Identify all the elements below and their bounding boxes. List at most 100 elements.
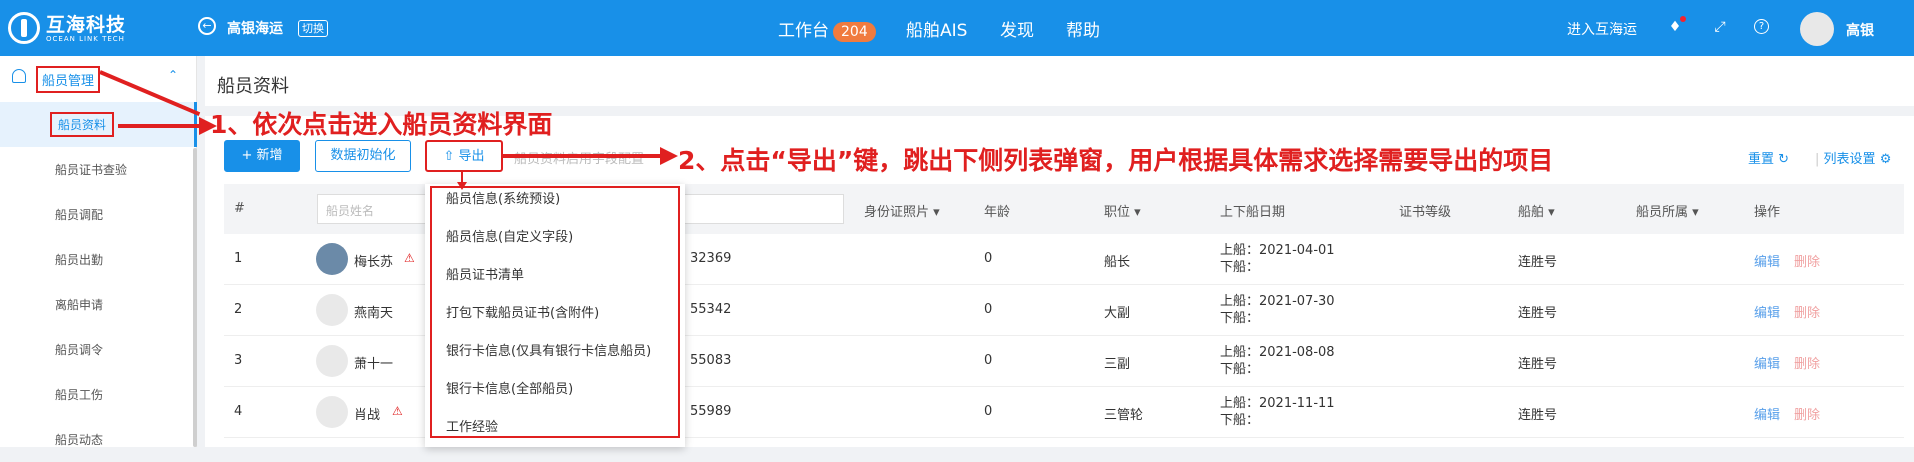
export-option[interactable]: 船员信息(自定义字段): [446, 226, 573, 245]
delete-link[interactable]: 删除: [1794, 353, 1820, 372]
id-number: 55083: [690, 353, 732, 368]
on-off-dates: 上船：2021-04-01 下船：: [1220, 243, 1335, 275]
enter-hhy-link[interactable]: 进入互海运: [1567, 19, 1637, 39]
arrow-line: [503, 154, 663, 158]
crew-avatar: [316, 345, 348, 377]
sidebar-item-transfer[interactable]: 船员调令: [0, 327, 197, 372]
nav-ship-ais[interactable]: 船舶AIS: [906, 16, 967, 41]
col-dates: 上下船日期: [1220, 205, 1286, 220]
position: 三管轮: [1104, 408, 1144, 423]
row-index: 1: [234, 251, 243, 266]
delete-link[interactable]: 删除: [1794, 251, 1820, 270]
export-option[interactable]: 船员信息(系统预设): [446, 188, 560, 207]
annotation-step2: 2、点击“导出”键，跳出下侧列表弹窗，用户根据具体需求选择需要导出的项目: [678, 146, 1554, 175]
export-label: 导出: [458, 149, 485, 164]
on-off-dates: 上船：2021-08-08 下船：: [1220, 345, 1335, 377]
position: 船长: [1104, 255, 1131, 270]
nav-discover[interactable]: 发现: [1000, 16, 1034, 41]
workbench-badge: 204: [833, 22, 876, 42]
ship-name: 连胜号: [1518, 255, 1558, 270]
sidebar-item-dynamics[interactable]: 船员动态: [0, 417, 197, 462]
crew-name[interactable]: 萧十一: [354, 353, 393, 372]
export-option[interactable]: 打包下载船员证书(含附件): [446, 302, 599, 321]
logo[interactable]: 互海科技 OCEAN LINK TECH: [8, 10, 168, 46]
edit-link[interactable]: 编辑: [1754, 251, 1780, 270]
data-init-button[interactable]: 数据初始化: [315, 140, 411, 172]
crew-avatar: [316, 396, 348, 428]
sidebar-group-crew[interactable]: 船员管理 ⌃: [0, 56, 197, 96]
sidebar-item-allocation[interactable]: 船员调配: [0, 192, 197, 237]
fullscreen-icon[interactable]: ⤢: [1712, 19, 1728, 35]
gear-icon: ⚙: [1879, 152, 1892, 167]
sidebar-item-label: 船员调令: [55, 343, 104, 357]
col-actions: 操作: [1754, 205, 1781, 220]
col-position[interactable]: 职位 ▾: [1104, 201, 1141, 220]
edit-link[interactable]: 编辑: [1754, 353, 1780, 372]
sidebar-item-leave-request[interactable]: 离船申请: [0, 282, 197, 327]
col-ship[interactable]: 船舶 ▾: [1518, 201, 1555, 220]
help-icon[interactable]: ?: [1754, 19, 1769, 34]
separator: |: [1815, 152, 1820, 167]
position: 大副: [1104, 306, 1131, 321]
ship-name: 连胜号: [1518, 357, 1558, 372]
row-index: 2: [234, 302, 243, 317]
crew-name[interactable]: 燕南天: [354, 302, 393, 321]
edit-link[interactable]: 编辑: [1754, 302, 1780, 321]
user-icon: [12, 69, 26, 83]
delete-link[interactable]: 删除: [1794, 302, 1820, 321]
crew-avatar: [316, 243, 348, 275]
export-option[interactable]: 银行卡信息(仅具有银行卡信息船员): [446, 340, 651, 359]
sidebar-item-label: 船员动态: [55, 433, 104, 447]
reset-label: 重置: [1748, 152, 1775, 167]
nav-help[interactable]: 帮助: [1066, 16, 1100, 41]
sidebar: 船员管理 ⌃ 船员资料 船员证书查验 船员调配 船员出勤 离船申请 船员调令 船…: [0, 56, 197, 447]
logo-subtext: OCEAN LINK TECH: [46, 35, 125, 43]
username[interactable]: 高银: [1846, 20, 1874, 40]
id-filter-input[interactable]: [679, 194, 844, 224]
on-off-dates: 上船：2021-07-30 下船：: [1220, 294, 1335, 326]
export-option[interactable]: 银行卡信息(全部船员): [446, 378, 573, 397]
row-index: 3: [234, 353, 243, 368]
column-settings-label: 列表设置: [1823, 152, 1876, 167]
col-cert-level: 证书等级: [1399, 205, 1452, 220]
column-settings-button[interactable]: | 列表设置 ⚙: [1815, 148, 1891, 167]
add-button[interactable]: + 新增: [224, 140, 300, 172]
page-title: 船员资料: [217, 76, 289, 97]
nav-workbench[interactable]: 工作台 204: [778, 16, 876, 42]
sidebar-scrollbar[interactable]: [193, 148, 197, 447]
top-bar: 互海科技 OCEAN LINK TECH ← 高银海运 切换 工作台 204 船舶…: [0, 0, 1914, 56]
sidebar-item-label: 船员证书查验: [55, 163, 128, 177]
id-number: 32369: [690, 251, 732, 266]
export-option[interactable]: 工作经验: [446, 416, 498, 435]
avatar[interactable]: [1800, 12, 1834, 46]
age: 0: [984, 404, 993, 419]
reset-button[interactable]: 重置 ↻: [1748, 148, 1789, 167]
switch-company-button[interactable]: 切换: [298, 20, 328, 37]
nav-label: 工作台: [778, 21, 829, 41]
id-number: 55342: [690, 302, 732, 317]
sidebar-item-label: 船员资料: [50, 112, 115, 137]
sidebar-item-injury[interactable]: 船员工伤: [0, 372, 197, 417]
row-index: 4: [234, 404, 243, 419]
export-button[interactable]: ⇧ 导出: [425, 140, 503, 172]
age: 0: [984, 251, 993, 266]
export-option[interactable]: 船员证书清单: [446, 264, 524, 283]
back-arrow-icon[interactable]: ←: [198, 17, 216, 35]
notification-dot: [1680, 16, 1686, 22]
bell-icon[interactable]: ♦: [1667, 16, 1686, 35]
sidebar-item-label: 船员工伤: [55, 388, 104, 402]
sidebar-item-cert-check[interactable]: 船员证书查验: [0, 147, 197, 192]
col-id-photo[interactable]: 身份证照片 ▾: [864, 201, 940, 220]
edit-link[interactable]: 编辑: [1754, 404, 1780, 423]
crew-name[interactable]: 肖战: [354, 404, 380, 423]
chevron-up-icon: ⌃: [168, 68, 179, 82]
col-belongs[interactable]: 船员所属 ▾: [1636, 201, 1699, 220]
refresh-icon: ↻: [1778, 152, 1790, 167]
delete-link[interactable]: 删除: [1794, 404, 1820, 423]
annotation-step1: 1、依次点击进入船员资料界面: [210, 110, 553, 139]
logo-mark-icon: [8, 12, 40, 44]
arrow-down-icon: [457, 172, 467, 190]
sidebar-item-attendance[interactable]: 船员出勤: [0, 237, 197, 282]
crew-name[interactable]: 梅长苏: [354, 251, 393, 270]
age: 0: [984, 302, 993, 317]
